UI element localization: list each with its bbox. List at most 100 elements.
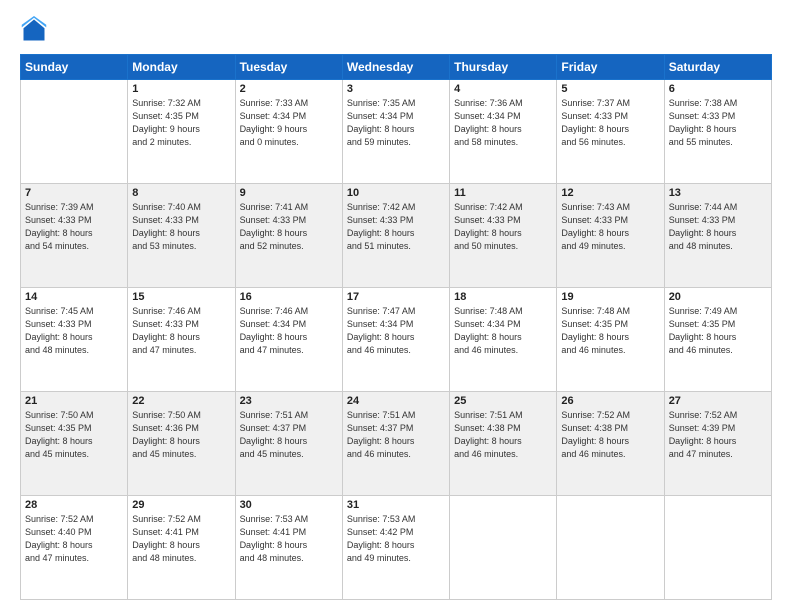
calendar-cell: 13 Sunrise: 7:44 AM Sunset: 4:33 PM Dayli… (664, 184, 771, 288)
day-info: Sunrise: 7:52 AM Sunset: 4:41 PM Dayligh… (132, 513, 230, 565)
day-number: 1 (132, 83, 230, 95)
day-info: Sunrise: 7:50 AM Sunset: 4:36 PM Dayligh… (132, 409, 230, 461)
calendar-cell: 8 Sunrise: 7:40 AM Sunset: 4:33 PM Daylig… (128, 184, 235, 288)
calendar-cell: 27 Sunrise: 7:52 AM Sunset: 4:39 PM Dayli… (664, 392, 771, 496)
calendar-cell: 11 Sunrise: 7:42 AM Sunset: 4:33 PM Dayli… (450, 184, 557, 288)
calendar-cell: 18 Sunrise: 7:48 AM Sunset: 4:34 PM Dayli… (450, 288, 557, 392)
day-number: 21 (25, 395, 123, 407)
calendar-cell: 29 Sunrise: 7:52 AM Sunset: 4:41 PM Dayli… (128, 496, 235, 600)
calendar-cell: 14Sunrise: 7:45 AM Sunset: 4:33 PM Dayli… (21, 288, 128, 392)
day-number: 28 (25, 499, 123, 511)
day-info: Sunrise: 7:51 AM Sunset: 4:38 PM Dayligh… (454, 409, 552, 461)
calendar-cell: 9 Sunrise: 7:41 AM Sunset: 4:33 PM Daylig… (235, 184, 342, 288)
day-info: Sunrise: 7:45 AM Sunset: 4:33 PM Dayligh… (25, 305, 123, 357)
calendar-cell (664, 496, 771, 600)
day-info: Sunrise: 7:36 AM Sunset: 4:34 PM Dayligh… (454, 97, 552, 149)
day-info: Sunrise: 7:50 AM Sunset: 4:35 PM Dayligh… (25, 409, 123, 461)
day-number: 30 (240, 499, 338, 511)
calendar-col-header: Friday (557, 55, 664, 80)
day-number: 19 (561, 291, 659, 303)
calendar-cell: 23 Sunrise: 7:51 AM Sunset: 4:37 PM Dayli… (235, 392, 342, 496)
day-info: Sunrise: 7:49 AM Sunset: 4:35 PM Dayligh… (669, 305, 767, 357)
calendar-col-header: Wednesday (342, 55, 449, 80)
day-number: 25 (454, 395, 552, 407)
calendar-table: SundayMondayTuesdayWednesdayThursdayFrid… (20, 54, 772, 600)
calendar-cell: 24Sunrise: 7:51 AM Sunset: 4:37 PM Dayli… (342, 392, 449, 496)
day-number: 13 (669, 187, 767, 199)
page: SundayMondayTuesdayWednesdayThursdayFrid… (0, 0, 792, 612)
day-number: 6 (669, 83, 767, 95)
day-number: 8 (132, 187, 230, 199)
calendar-cell (21, 80, 128, 184)
calendar-cell (557, 496, 664, 600)
calendar-cell (450, 496, 557, 600)
calendar-header-row: SundayMondayTuesdayWednesdayThursdayFrid… (21, 55, 772, 80)
day-info: Sunrise: 7:53 AM Sunset: 4:42 PM Dayligh… (347, 513, 445, 565)
day-number: 10 (347, 187, 445, 199)
day-number: 20 (669, 291, 767, 303)
calendar-cell: 26 Sunrise: 7:52 AM Sunset: 4:38 PM Dayli… (557, 392, 664, 496)
day-number: 17 (347, 291, 445, 303)
day-number: 24 (347, 395, 445, 407)
calendar-cell: 10Sunrise: 7:42 AM Sunset: 4:33 PM Dayli… (342, 184, 449, 288)
calendar-cell: 17 Sunrise: 7:47 AM Sunset: 4:34 PM Dayli… (342, 288, 449, 392)
calendar-col-header: Saturday (664, 55, 771, 80)
day-number: 18 (454, 291, 552, 303)
day-number: 3 (347, 83, 445, 95)
calendar-cell: 2 Sunrise: 7:33 AM Sunset: 4:34 PM Daylig… (235, 80, 342, 184)
calendar-col-header: Thursday (450, 55, 557, 80)
day-info: Sunrise: 7:39 AM Sunset: 4:33 PM Dayligh… (25, 201, 123, 253)
day-number: 11 (454, 187, 552, 199)
calendar-col-header: Tuesday (235, 55, 342, 80)
day-number: 7 (25, 187, 123, 199)
calendar-cell: 30 Sunrise: 7:53 AM Sunset: 4:41 PM Dayli… (235, 496, 342, 600)
day-info: Sunrise: 7:41 AM Sunset: 4:33 PM Dayligh… (240, 201, 338, 253)
day-number: 27 (669, 395, 767, 407)
calendar-cell: 1 Sunrise: 7:32 AM Sunset: 4:35 PM Daylig… (128, 80, 235, 184)
calendar-week-row: 14Sunrise: 7:45 AM Sunset: 4:33 PM Dayli… (21, 288, 772, 392)
day-number: 4 (454, 83, 552, 95)
day-info: Sunrise: 7:52 AM Sunset: 4:39 PM Dayligh… (669, 409, 767, 461)
day-number: 2 (240, 83, 338, 95)
day-info: Sunrise: 7:37 AM Sunset: 4:33 PM Dayligh… (561, 97, 659, 149)
calendar-cell: 31 Sunrise: 7:53 AM Sunset: 4:42 PM Dayli… (342, 496, 449, 600)
day-info: Sunrise: 7:38 AM Sunset: 4:33 PM Dayligh… (669, 97, 767, 149)
calendar-cell: 6 Sunrise: 7:38 AM Sunset: 4:33 PM Daylig… (664, 80, 771, 184)
day-info: Sunrise: 7:48 AM Sunset: 4:34 PM Dayligh… (454, 305, 552, 357)
day-info: Sunrise: 7:42 AM Sunset: 4:33 PM Dayligh… (454, 201, 552, 253)
day-info: Sunrise: 7:46 AM Sunset: 4:34 PM Dayligh… (240, 305, 338, 357)
day-number: 9 (240, 187, 338, 199)
calendar-cell: 15Sunrise: 7:46 AM Sunset: 4:33 PM Dayli… (128, 288, 235, 392)
calendar-cell: 3 Sunrise: 7:35 AM Sunset: 4:34 PM Daylig… (342, 80, 449, 184)
calendar-cell: 22 Sunrise: 7:50 AM Sunset: 4:36 PM Dayli… (128, 392, 235, 496)
calendar-cell: 19 Sunrise: 7:48 AM Sunset: 4:35 PM Dayli… (557, 288, 664, 392)
calendar-week-row: 28 Sunrise: 7:52 AM Sunset: 4:40 PM Dayli… (21, 496, 772, 600)
day-info: Sunrise: 7:53 AM Sunset: 4:41 PM Dayligh… (240, 513, 338, 565)
day-number: 16 (240, 291, 338, 303)
day-info: Sunrise: 7:51 AM Sunset: 4:37 PM Dayligh… (240, 409, 338, 461)
calendar-cell: 7 Sunrise: 7:39 AM Sunset: 4:33 PM Daylig… (21, 184, 128, 288)
calendar-cell: 4 Sunrise: 7:36 AM Sunset: 4:34 PM Daylig… (450, 80, 557, 184)
day-number: 22 (132, 395, 230, 407)
day-number: 12 (561, 187, 659, 199)
day-info: Sunrise: 7:44 AM Sunset: 4:33 PM Dayligh… (669, 201, 767, 253)
day-info: Sunrise: 7:52 AM Sunset: 4:40 PM Dayligh… (25, 513, 123, 565)
calendar-cell: 28 Sunrise: 7:52 AM Sunset: 4:40 PM Dayli… (21, 496, 128, 600)
day-number: 26 (561, 395, 659, 407)
day-number: 23 (240, 395, 338, 407)
day-info: Sunrise: 7:32 AM Sunset: 4:35 PM Dayligh… (132, 97, 230, 149)
calendar-col-header: Monday (128, 55, 235, 80)
day-info: Sunrise: 7:43 AM Sunset: 4:33 PM Dayligh… (561, 201, 659, 253)
day-info: Sunrise: 7:40 AM Sunset: 4:33 PM Dayligh… (132, 201, 230, 253)
calendar-col-header: Sunday (21, 55, 128, 80)
day-number: 29 (132, 499, 230, 511)
calendar-cell: 20 Sunrise: 7:49 AM Sunset: 4:35 PM Dayli… (664, 288, 771, 392)
day-info: Sunrise: 7:48 AM Sunset: 4:35 PM Dayligh… (561, 305, 659, 357)
day-info: Sunrise: 7:52 AM Sunset: 4:38 PM Dayligh… (561, 409, 659, 461)
day-number: 15 (132, 291, 230, 303)
day-number: 31 (347, 499, 445, 511)
logo (20, 16, 52, 44)
day-info: Sunrise: 7:47 AM Sunset: 4:34 PM Dayligh… (347, 305, 445, 357)
day-info: Sunrise: 7:35 AM Sunset: 4:34 PM Dayligh… (347, 97, 445, 149)
day-info: Sunrise: 7:33 AM Sunset: 4:34 PM Dayligh… (240, 97, 338, 149)
